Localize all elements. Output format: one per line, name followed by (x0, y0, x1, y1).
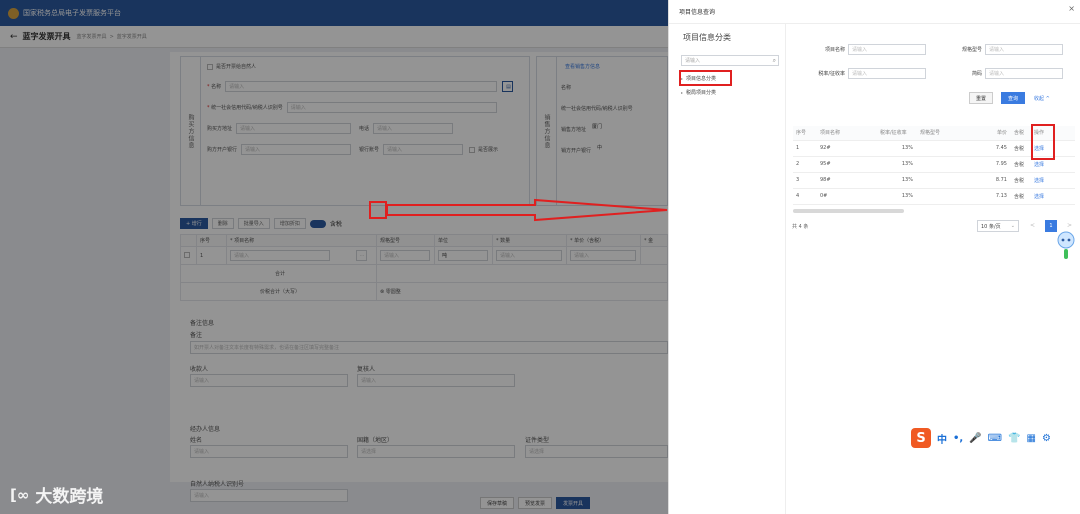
table-row[interactable]: 4 0# 13% 7.13 含税 选择 (793, 188, 1075, 205)
col-price: 单价 (977, 126, 1011, 141)
row-rate: 13% (877, 140, 917, 157)
assistant-mascot-icon[interactable] (1055, 230, 1077, 260)
row-spec (917, 140, 977, 157)
row-spec (917, 188, 977, 205)
row-price: 7.95 (977, 156, 1011, 173)
pagination-prev-button[interactable]: < (1030, 222, 1035, 229)
search-spec-label: 规格型号 (961, 47, 982, 53)
select-link[interactable]: 选择 (1034, 194, 1044, 200)
close-icon[interactable]: × (1068, 4, 1075, 13)
search-name-field: 项目名称 请输入 (787, 44, 926, 55)
drawer-header: 项目信息查询 × (669, 0, 1080, 24)
tree-item-tax-category[interactable]: ▸ 税局项目分类 (681, 89, 716, 96)
category-search-placeholder: 请输入 (685, 58, 701, 64)
col-tax: 含税 (1011, 126, 1031, 141)
row-tax: 含税 (1011, 188, 1031, 205)
row-price: 7.45 (977, 140, 1011, 157)
reset-button[interactable]: 重置 (969, 92, 994, 104)
row-name: 0# (817, 188, 877, 205)
search-rate-label: 税率/征收率 (818, 71, 845, 77)
row-idx: 4 (793, 188, 817, 205)
settings-icon[interactable]: ⚙ (1042, 433, 1051, 444)
page-size-select[interactable]: 10 条/页 ⌄ (977, 220, 1019, 232)
apps-grid-icon[interactable]: ▦ (1027, 433, 1036, 444)
ime-toolbar: S 中 •, 🎤 ⌨ 👕 ▦ ⚙ (909, 427, 1053, 449)
search-name-input[interactable]: 请输入 (848, 44, 926, 55)
row-name: 92# (817, 140, 877, 157)
row-tax: 含税 (1011, 156, 1031, 173)
row-tax: 含税 (1011, 140, 1031, 157)
search-code-input[interactable]: 请输入 (985, 68, 1063, 79)
row-rate: 13% (877, 172, 917, 189)
invoice-page: 国家税务总局电子发票服务平台 ← 蓝字发票开具 蓝字发票开具 > 蓝字发票开具 … (0, 0, 668, 514)
chevron-down-icon: ⌄ (1010, 223, 1015, 229)
pagination-next-button[interactable]: > (1067, 222, 1072, 229)
search-rate-field: 税率/征收率 请输入 (787, 68, 926, 79)
tree-caret-icon: ▸ (681, 90, 684, 95)
query-button[interactable]: 查询 (1001, 92, 1026, 104)
skin-icon[interactable]: 👕 (1008, 433, 1020, 444)
modal-overlay[interactable] (0, 0, 668, 514)
page-size-value: 10 条/页 (981, 223, 1001, 230)
annotation-box-category (679, 70, 732, 86)
annotation-arrow (386, 198, 668, 222)
search-spec-input[interactable]: 请输入 (985, 44, 1063, 55)
row-idx: 1 (793, 140, 817, 157)
row-rate: 13% (877, 188, 917, 205)
search-code-label: 简码 (971, 71, 982, 77)
search-icon[interactable]: ⌕ (773, 57, 776, 65)
search-name-label: 项目名称 (824, 47, 845, 53)
table-horizontal-scrollbar[interactable] (793, 209, 904, 213)
row-spec (917, 156, 977, 173)
row-name: 98# (817, 172, 877, 189)
select-link[interactable]: 选择 (1034, 178, 1044, 184)
chinese-mode-icon[interactable]: 中 (937, 431, 947, 446)
row-idx: 3 (793, 172, 817, 189)
col-name: 项目名称 (817, 126, 877, 141)
row-rate: 13% (877, 156, 917, 173)
category-search-input[interactable]: 请输入 ⌕ (681, 55, 779, 66)
select-link[interactable]: 选择 (1034, 162, 1044, 168)
microphone-icon[interactable]: 🎤 (969, 433, 981, 444)
annotation-box-select (1031, 124, 1055, 160)
row-price: 7.13 (977, 188, 1011, 205)
row-idx: 2 (793, 156, 817, 173)
table-row[interactable]: 3 98# 13% 8.71 含税 选择 (793, 172, 1075, 189)
search-code-field: 简码 请输入 (924, 68, 1063, 79)
tree-item-label: 税局项目分类 (686, 90, 717, 96)
punctuation-icon[interactable]: •, (953, 433, 963, 444)
category-title: 项目信息分类 (683, 33, 731, 42)
category-panel: 项目信息分类 请输入 ⌕ ▸ 项目信息分类 ▸ 税局项目分类 (669, 24, 786, 514)
watermark: [∞ 大数跨境 (10, 482, 104, 508)
sogou-logo-icon[interactable]: S (911, 428, 931, 448)
col-rate: 税率/征收率 (877, 126, 917, 141)
collapse-link[interactable]: 收起 ^ (1034, 95, 1050, 102)
row-name: 95# (817, 156, 877, 173)
keyboard-icon[interactable]: ⌨ (988, 433, 1002, 444)
watermark-logo-icon: [∞ (10, 485, 30, 504)
search-spec-field: 规格型号 请输入 (924, 44, 1063, 55)
pagination-total: 共 4 条 (792, 224, 809, 230)
drawer-title: 项目信息查询 (679, 9, 716, 16)
search-rate-input[interactable]: 请输入 (848, 68, 926, 79)
col-spec: 规格型号 (917, 126, 977, 141)
col-index: 序号 (793, 126, 817, 141)
watermark-text: 大数跨境 (35, 487, 104, 507)
row-price: 8.71 (977, 172, 1011, 189)
row-tax: 含税 (1011, 172, 1031, 189)
row-spec (917, 172, 977, 189)
project-info-drawer: 项目信息查询 × 项目信息分类 请输入 ⌕ ▸ 项目信息分类 ▸ 税局项目分类 … (668, 0, 1080, 514)
